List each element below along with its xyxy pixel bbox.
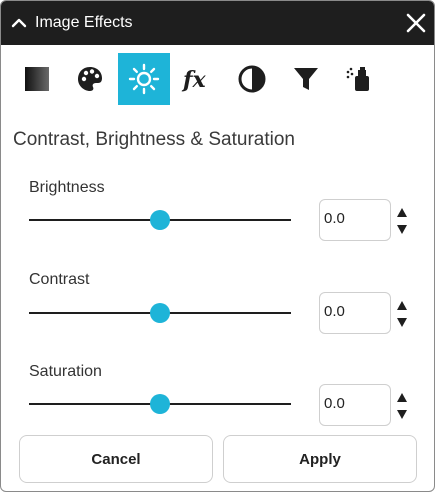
- image-effects-panel: Image Effects fx Contrast, Brightness & …: [0, 0, 435, 492]
- contrast-spinner: [395, 297, 409, 331]
- brightness-slider[interactable]: [29, 208, 291, 232]
- tab-effects[interactable]: fx: [172, 53, 224, 105]
- apply-button[interactable]: Apply: [223, 435, 417, 483]
- brightness-sun-icon: [128, 63, 160, 95]
- tab-brightness[interactable]: [118, 53, 170, 105]
- contrast-slider-thumb[interactable]: [150, 303, 170, 323]
- cancel-button[interactable]: Cancel: [19, 435, 213, 483]
- brightness-value-input[interactable]: 0.0: [319, 199, 391, 241]
- brightness-decrement-arrow-icon[interactable]: [395, 222, 409, 236]
- title-bar: Image Effects: [1, 1, 434, 45]
- filter-funnel-icon: [294, 68, 318, 90]
- contrast-value-input[interactable]: 0.0: [319, 292, 391, 334]
- contrast-increment-arrow-icon[interactable]: [395, 299, 409, 313]
- brightness-spinner: [395, 204, 409, 238]
- palette-icon: [78, 67, 102, 91]
- section-heading: Contrast, Brightness & Saturation: [13, 129, 295, 150]
- brightness-increment-arrow-icon[interactable]: [395, 206, 409, 220]
- chevron-up-icon: [11, 18, 27, 28]
- saturation-slider-thumb[interactable]: [150, 394, 170, 414]
- contrast-decrement-arrow-icon[interactable]: [395, 315, 409, 329]
- contrast-half-circle-icon: [238, 65, 266, 93]
- saturation-value-input[interactable]: 0.0: [319, 384, 391, 426]
- fx-function-icon: fx: [181, 67, 206, 93]
- svg-text:fx: fx: [181, 67, 206, 93]
- tab-spray[interactable]: [334, 53, 386, 105]
- collapse-button[interactable]: [7, 11, 31, 35]
- brightness-slider-thumb[interactable]: [150, 210, 170, 230]
- spray-can-icon: [346, 67, 369, 91]
- gradient-square-icon: [25, 67, 49, 91]
- contrast-slider[interactable]: [29, 301, 291, 325]
- saturation-slider[interactable]: [29, 392, 291, 416]
- tab-color[interactable]: [64, 53, 116, 105]
- tab-filter[interactable]: [280, 53, 332, 105]
- close-icon: [406, 13, 426, 33]
- panel-title: Image Effects: [35, 14, 133, 31]
- saturation-label: Saturation: [29, 363, 102, 380]
- saturation-increment-arrow-icon[interactable]: [395, 391, 409, 405]
- tab-gradient[interactable]: [11, 53, 63, 105]
- effects-toolbar: fx: [1, 45, 434, 115]
- close-button[interactable]: [404, 11, 428, 35]
- saturation-spinner: [395, 389, 409, 423]
- tab-contrast[interactable]: [226, 53, 278, 105]
- contrast-label: Contrast: [29, 271, 90, 288]
- brightness-label: Brightness: [29, 179, 105, 196]
- saturation-decrement-arrow-icon[interactable]: [395, 407, 409, 421]
